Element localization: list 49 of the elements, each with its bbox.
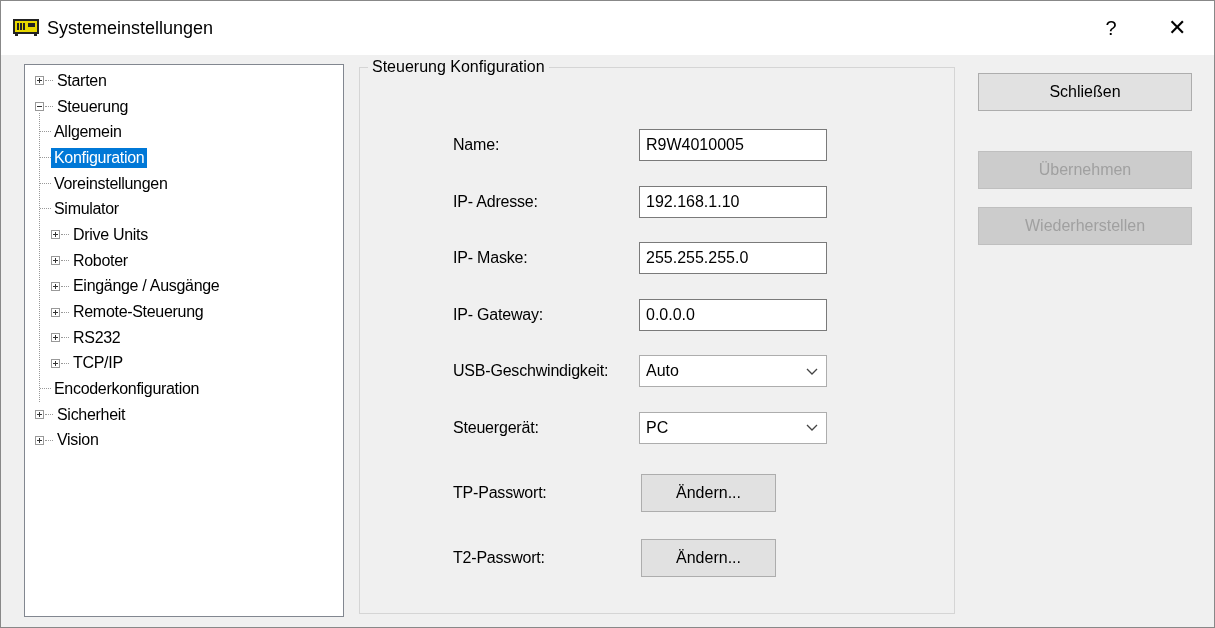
tree-item[interactable]: Simulator (51, 199, 122, 220)
expander-icon[interactable] (35, 102, 44, 112)
expander-icon[interactable] (51, 230, 60, 240)
field-label: IP- Adresse: (453, 192, 539, 211)
field-label: USB-Geschwindigkeit: (453, 362, 610, 381)
dialog-button[interactable]: Schließen (978, 73, 1192, 111)
expander-icon[interactable] (35, 76, 44, 86)
tree-item[interactable]: Starten (54, 70, 110, 91)
change-button[interactable]: Ändern... (641, 473, 776, 512)
input-field[interactable]: 255.255.255.0 (639, 242, 827, 275)
group-title: Steuerung Konfiguration (368, 58, 549, 76)
close-button[interactable]: ✕ (1144, 1, 1210, 55)
input-field[interactable]: 192.168.1.10 (639, 185, 827, 218)
tree-item[interactable]: Allgemein (51, 122, 125, 143)
field-label: TP-Passwort: (453, 483, 548, 502)
input-field[interactable]: R9W4010005 (639, 129, 827, 162)
field-label: IP- Maske: (453, 249, 529, 268)
tree-item[interactable]: Drive Units (70, 224, 151, 245)
tree-item[interactable]: RS232 (70, 327, 124, 348)
field-label: T2-Passwort: (453, 548, 546, 567)
expander-icon[interactable] (51, 307, 60, 317)
tree-item[interactable]: Remote-Steuerung (70, 302, 207, 323)
tree-item[interactable]: Sicherheit (54, 404, 129, 425)
tree-item[interactable]: Konfiguration (51, 147, 148, 168)
tree-item[interactable]: Encoderkonfiguration (51, 379, 203, 400)
tree-item[interactable]: Vision (54, 430, 102, 451)
field-label: Steuergerät: (453, 418, 540, 437)
expander-icon[interactable] (35, 410, 44, 420)
tree-item[interactable]: Steuerung (54, 96, 132, 117)
chevron-down-icon (806, 424, 818, 432)
expander-icon[interactable] (51, 358, 60, 368)
tree-item[interactable]: Eingänge / Ausgänge (70, 276, 223, 297)
dropdown[interactable]: PC (639, 411, 827, 444)
app-icon (13, 19, 39, 37)
expander-icon[interactable] (51, 333, 60, 343)
expander-icon[interactable] (35, 435, 44, 445)
chevron-down-icon (806, 367, 818, 375)
tree-item[interactable]: TCP/IP (70, 353, 126, 374)
field-label: Name: (453, 136, 501, 155)
window-title: Systemeinstellungen (47, 17, 214, 39)
dropdown[interactable]: Auto (639, 355, 827, 388)
tree-item[interactable]: Roboter (70, 250, 131, 271)
expander-icon[interactable] (51, 256, 60, 266)
expander-icon[interactable] (51, 281, 60, 291)
input-field[interactable]: 0.0.0.0 (639, 298, 827, 331)
tree-item[interactable]: Voreinstellungen (51, 173, 171, 194)
help-button[interactable]: ? (1078, 1, 1144, 55)
change-button[interactable]: Ändern... (641, 538, 776, 577)
field-label: IP- Gateway: (453, 305, 545, 324)
